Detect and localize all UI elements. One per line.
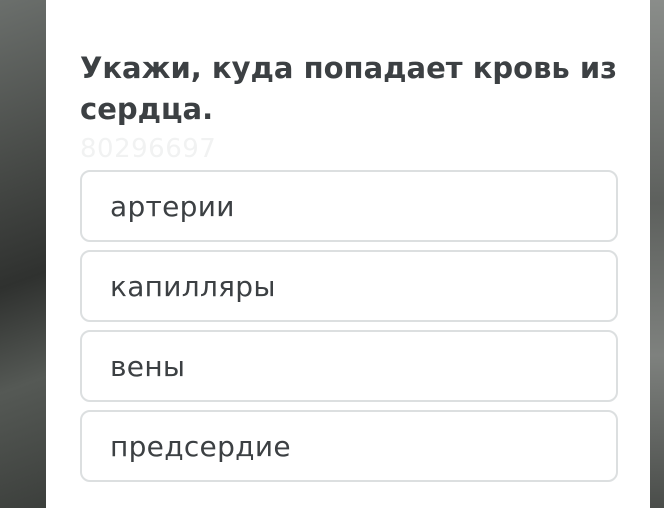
watermark-id: 80296697 bbox=[80, 134, 217, 164]
answer-option-atrium[interactable]: предсердие bbox=[80, 410, 618, 482]
answer-option-label: предсердие bbox=[110, 429, 291, 463]
question-text: Укажи, куда попадает кровь из сердца. bbox=[80, 51, 618, 126]
background-photo-left bbox=[0, 0, 46, 508]
answer-option-label: артерии bbox=[110, 189, 235, 223]
answer-option-veins[interactable]: вены bbox=[80, 330, 618, 402]
background-photo-right bbox=[650, 0, 664, 508]
answer-option-label: вены bbox=[110, 349, 186, 383]
answer-options: артерии капилляры вены предсердие bbox=[80, 170, 618, 490]
answer-option-capillaries[interactable]: капилляры bbox=[80, 250, 618, 322]
answer-option-label: капилляры bbox=[110, 269, 276, 303]
answer-option-arteries[interactable]: артерии bbox=[80, 170, 618, 242]
question-card: Укажи, куда попадает кровь из сердца. 80… bbox=[46, 0, 650, 508]
